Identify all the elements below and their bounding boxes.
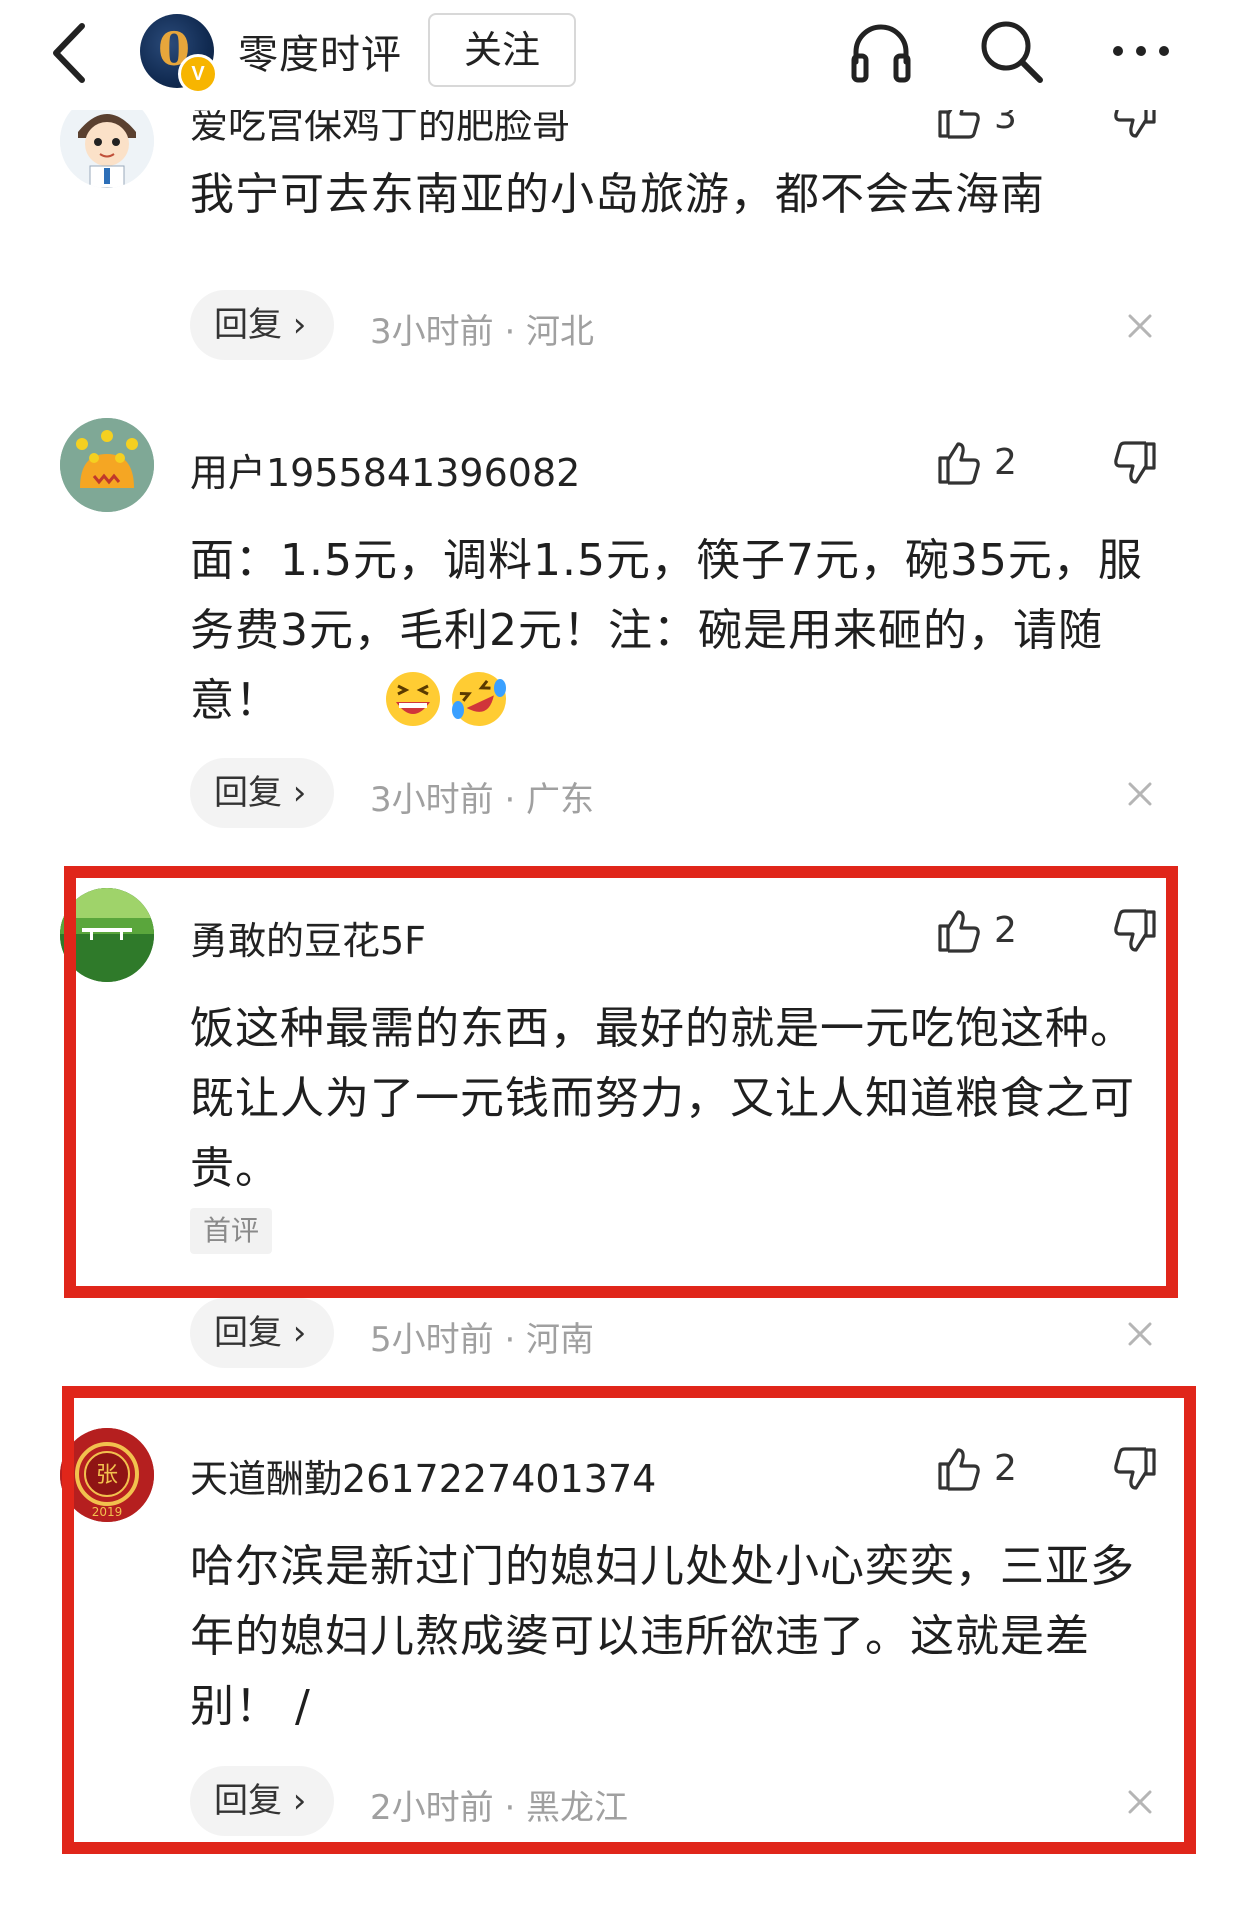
headphones-icon[interactable] xyxy=(846,16,916,86)
account-name[interactable]: 零度时评 xyxy=(238,22,402,80)
reply-button[interactable]: 回复 › xyxy=(190,1298,334,1368)
more-icon[interactable] xyxy=(1106,16,1176,86)
rofl-emoji-icon xyxy=(452,672,506,726)
highlight-box xyxy=(64,866,1178,1298)
thumbs-up-icon[interactable] xyxy=(934,438,982,486)
highlight-box xyxy=(62,1386,1196,1854)
follow-button[interactable]: 关注 xyxy=(428,13,576,87)
comment-text: 我宁可去东南亚的小岛旅游，都不会去海南 xyxy=(190,169,1045,220)
commenter-name[interactable]: 用户1955841396082 xyxy=(190,442,580,497)
monster-avatar-icon xyxy=(60,418,154,512)
comment-text-content: 面：1.5元，调料1.5元，筷子7元，碗35元，服务费3元，毛利2元！注：碗是用… xyxy=(190,535,1143,726)
comment-meta: 5小时前 · 河南 xyxy=(370,1320,595,1360)
search-icon[interactable] xyxy=(976,16,1046,86)
comment-text: 面：1.5元，调料1.5元，筷子7元，碗35元，服务费3元，毛利2元！注：碗是用… xyxy=(190,526,1160,736)
close-icon[interactable] xyxy=(1124,310,1156,342)
commenter-avatar[interactable] xyxy=(60,418,154,512)
close-icon[interactable] xyxy=(1124,778,1156,810)
reply-button[interactable]: 回复 › xyxy=(190,758,334,828)
like-count: 2 xyxy=(994,442,1017,483)
comment-meta: 3小时前 · 河北 xyxy=(370,312,595,352)
reply-button[interactable]: 回复 › xyxy=(190,290,334,360)
laughing-emoji-icon xyxy=(386,672,440,726)
thumbs-down-icon[interactable] xyxy=(1112,440,1160,488)
top-bar: 0 V 零度时评 关注 xyxy=(0,0,1242,110)
close-icon[interactable] xyxy=(1124,1318,1156,1350)
comment-meta: 3小时前 · 广东 xyxy=(370,780,595,820)
back-icon[interactable] xyxy=(40,18,100,88)
verified-badge-icon: V xyxy=(178,54,218,94)
